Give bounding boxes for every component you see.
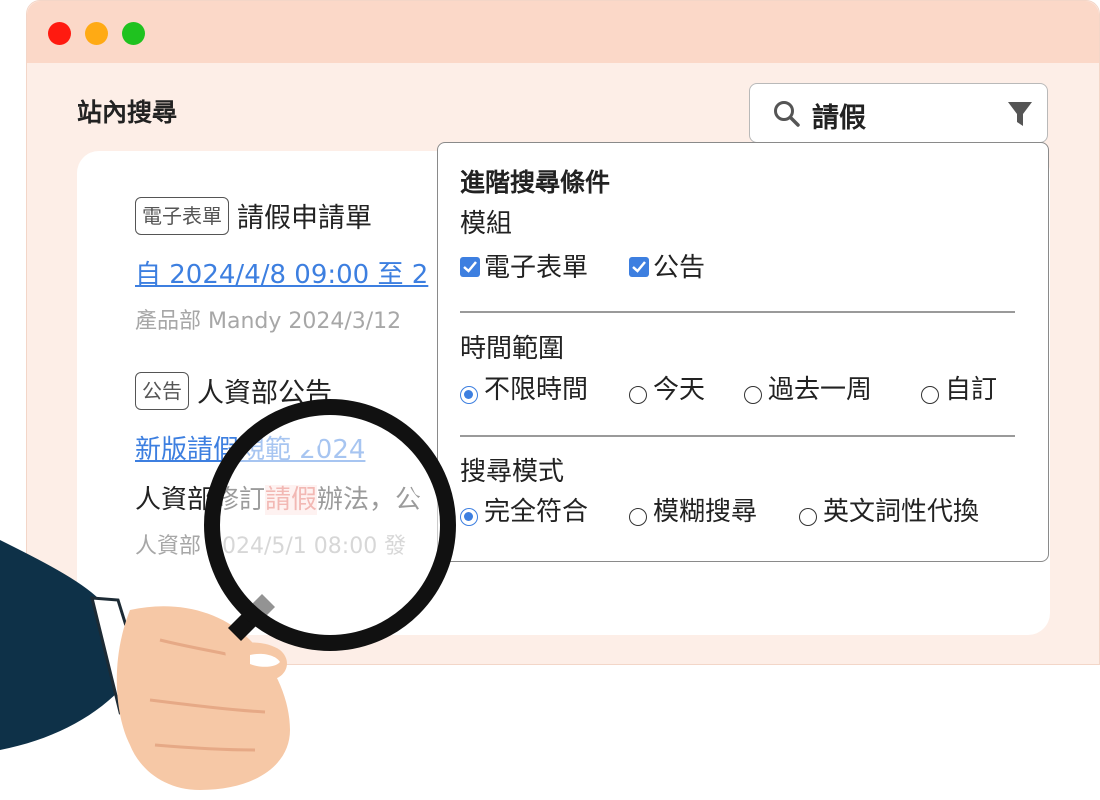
result-meta: 人資部 2024/5/1 08:00 發 — [135, 534, 407, 559]
time-option-custom[interactable]: 自訂 — [921, 369, 997, 406]
divider — [460, 311, 1015, 313]
mode-option-exact[interactable]: 完全符合 — [460, 491, 588, 528]
result-title: 請假申請單 — [237, 203, 372, 234]
search-query: 請假 — [812, 103, 866, 134]
result-link[interactable]: 自 2024/4/8 09:00 至 2 — [135, 254, 428, 291]
checkbox-checked-icon — [460, 256, 480, 277]
radio-icon — [799, 507, 817, 526]
panel-title: 進階搜尋條件 — [460, 168, 611, 197]
radio-selected-icon — [460, 507, 478, 526]
module-option-announcement[interactable]: 公告 — [629, 247, 705, 284]
search-icon — [774, 101, 800, 127]
snippet-text: 人資部修訂 — [135, 485, 266, 515]
radio-label: 今天 — [653, 375, 706, 405]
radio-icon — [629, 507, 647, 526]
result-item: 電子表單 請假申請單 — [135, 196, 372, 235]
result-tag: 電子表單 — [135, 196, 229, 235]
time-option-past-week[interactable]: 過去一周 — [744, 369, 872, 406]
radio-label: 模糊搜尋 — [653, 497, 758, 527]
radio-label: 自訂 — [945, 375, 998, 405]
divider — [460, 435, 1015, 437]
mode-option-english-inflection[interactable]: 英文詞性代換 — [799, 491, 979, 528]
module-option-form[interactable]: 電子表單 — [460, 247, 588, 284]
advanced-search-panel: 進階搜尋條件 模組 電子表單 公告 時間範圍 不限時間 今天 過去一周 自訂 搜… — [437, 142, 1049, 562]
filter-icon[interactable] — [1006, 99, 1034, 129]
close-window-button[interactable] — [48, 22, 71, 45]
radio-label: 過去一周 — [768, 375, 873, 405]
radio-label: 完全符合 — [484, 497, 589, 527]
radio-icon — [629, 385, 647, 404]
checkbox-label: 電子表單 — [484, 253, 589, 283]
result-item: 公告 人資部公告 — [135, 371, 332, 410]
radio-icon — [744, 385, 762, 404]
mode-option-fuzzy[interactable]: 模糊搜尋 — [629, 491, 757, 528]
time-range-label: 時間範圍 — [460, 334, 565, 364]
snippet-text: 辦法，公 — [317, 485, 422, 515]
radio-selected-icon — [460, 385, 478, 404]
result-tag: 公告 — [135, 371, 189, 410]
result-snippet: 人資部修訂請假辦法，公 — [135, 479, 421, 516]
search-input[interactable]: 請假 — [749, 83, 1048, 143]
result-link[interactable]: 新版請假規範 2024 — [135, 429, 365, 466]
result-title: 人資部公告 — [197, 378, 332, 409]
radio-label: 不限時間 — [484, 375, 589, 405]
time-option-today[interactable]: 今天 — [629, 369, 705, 406]
page-title: 站內搜尋 — [77, 98, 178, 127]
time-option-any[interactable]: 不限時間 — [460, 369, 588, 406]
checkbox-checked-icon — [629, 256, 649, 277]
snippet-highlight: 請假 — [265, 485, 318, 515]
search-mode-label: 搜尋模式 — [460, 457, 565, 487]
title-bar — [27, 1, 1099, 63]
maximize-window-button[interactable] — [122, 22, 145, 45]
radio-label: 英文詞性代換 — [823, 497, 980, 527]
result-meta: 產品部 Mandy 2024/3/12 — [135, 309, 402, 334]
checkbox-label: 公告 — [653, 253, 706, 283]
module-label: 模組 — [460, 209, 513, 239]
radio-icon — [921, 385, 939, 404]
minimize-window-button[interactable] — [85, 22, 108, 45]
